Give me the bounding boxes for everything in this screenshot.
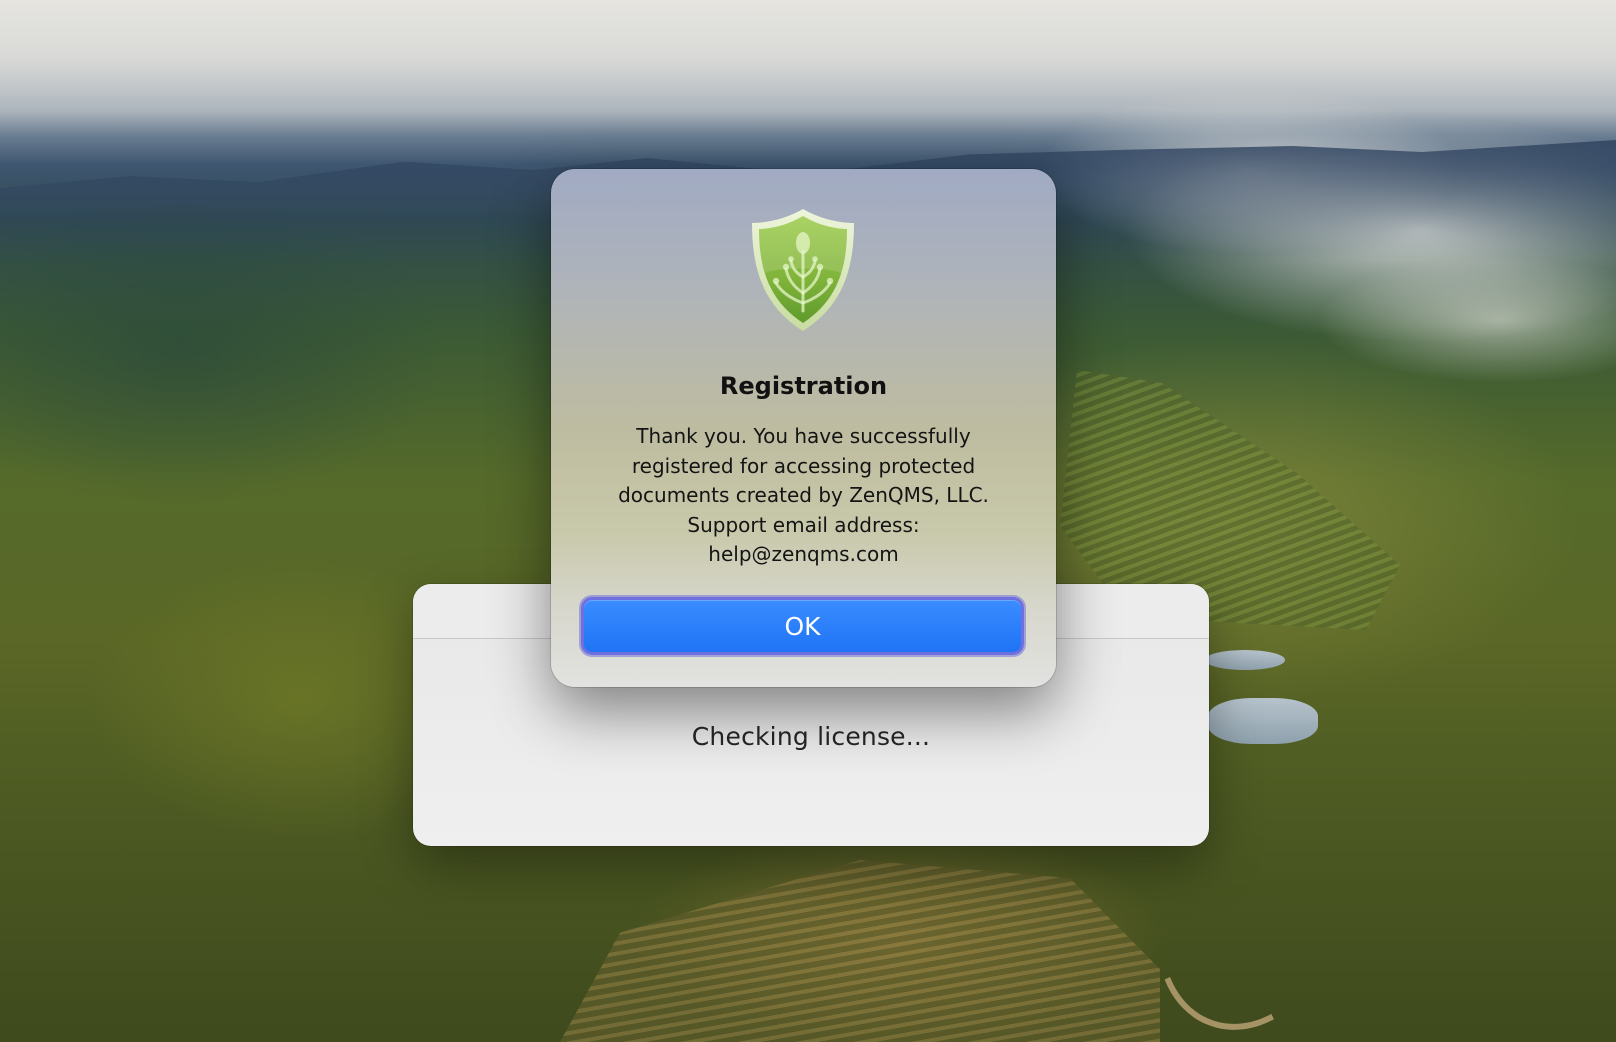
- shield-icon: [748, 207, 858, 333]
- pond: [1205, 650, 1285, 670]
- alert-title: Registration: [719, 372, 888, 400]
- alert-message: Thank you. You have successfully registe…: [618, 424, 989, 566]
- license-status-text: Checking license...: [691, 722, 931, 751]
- ok-button[interactable]: OK: [581, 597, 1024, 655]
- registration-alert: Registration Thank you. You have success…: [551, 169, 1056, 687]
- pond: [1208, 698, 1318, 744]
- vineyard-foreground: [560, 860, 1160, 1042]
